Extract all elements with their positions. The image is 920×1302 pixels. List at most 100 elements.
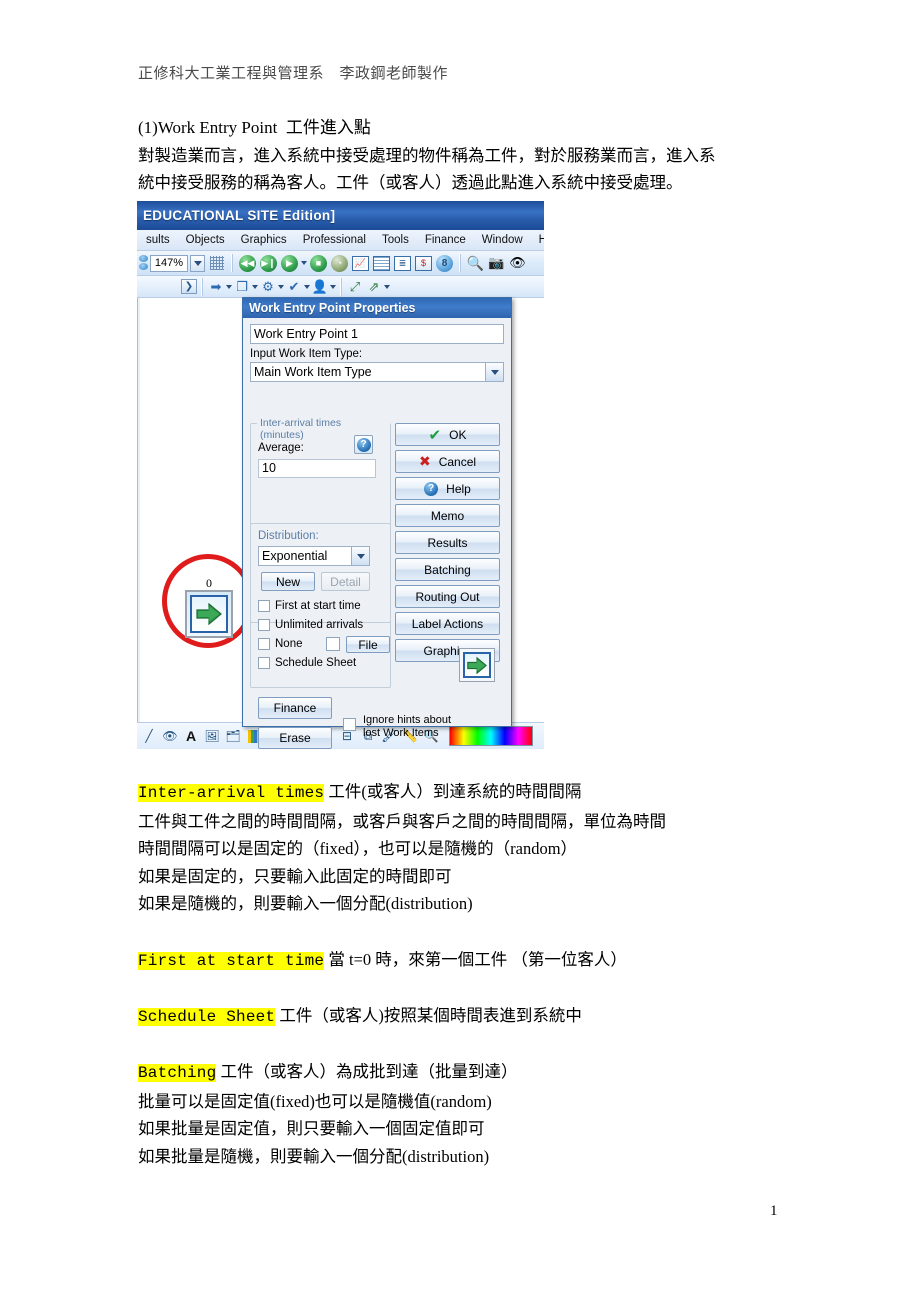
flow-arrow-button[interactable] xyxy=(459,648,495,682)
blue-arrow-icon[interactable]: ➡ xyxy=(207,278,225,295)
eight-icon[interactable]: 8 xyxy=(435,254,454,273)
image-icon[interactable]: 🖼 xyxy=(203,727,221,745)
person-icon[interactable]: 👤 xyxy=(311,278,329,295)
checkbox-box[interactable] xyxy=(326,637,340,651)
link-icon[interactable]: ⤢ xyxy=(346,278,364,295)
expand-icon[interactable]: ❯ xyxy=(181,279,197,294)
play-dropdown-caret-icon[interactable] xyxy=(301,261,307,265)
keyword-highlight: First at start time xyxy=(138,952,325,970)
help-button[interactable]: ? Help xyxy=(395,477,500,500)
app-menu-bar[interactable]: sults Objects Graphics Professional Tool… xyxy=(137,230,544,251)
routing-out-button[interactable]: Routing Out xyxy=(395,585,500,608)
text-icon[interactable]: A xyxy=(182,727,200,745)
checkbox-unlimited-arrivals[interactable]: Unlimited arrivals xyxy=(258,619,363,631)
section-inter-arrival-times: Inter-arrival times 工件(或客人）到達系統的時間間隔 工件與… xyxy=(138,778,818,918)
gear-icon[interactable]: ⚙ xyxy=(259,278,277,295)
zoom-dropdown-button[interactable] xyxy=(190,254,205,272)
file-button[interactable]: File xyxy=(346,636,390,653)
menu-item-objects[interactable]: Objects xyxy=(178,234,233,246)
input-work-item-type-select[interactable]: Main Work Item Type xyxy=(250,362,504,382)
entry-name-input[interactable]: Work Entry Point 1 xyxy=(250,324,504,344)
play-icon[interactable]: ▶ xyxy=(280,254,299,273)
gear-caret-icon[interactable] xyxy=(278,284,284,289)
table-icon[interactable] xyxy=(372,254,391,273)
ok-button[interactable]: ✔ OK xyxy=(395,423,500,446)
menu-item-tools[interactable]: Tools xyxy=(374,234,417,246)
menu-item-window[interactable]: Window xyxy=(474,234,531,246)
route-icon[interactable]: ⇗ xyxy=(365,278,383,295)
section-batching: Batching 工件（或客人）為成批到達（批量到達） 批量可以是固定值(fix… xyxy=(138,1058,818,1170)
menu-item-graphics[interactable]: Graphics xyxy=(233,234,295,246)
chevron-down-icon[interactable] xyxy=(485,363,503,381)
app-toolbar-secondary[interactable]: ❯ ➡ ❐ ⚙ ✔ 👤 ⤢ ⇗ xyxy=(137,276,544,298)
erase-button[interactable]: Erase xyxy=(258,727,332,749)
check-caret-icon[interactable] xyxy=(304,284,310,289)
zoom-icon[interactable]: 🔍 xyxy=(466,254,485,273)
section-line: 如果批量是固定值，則只要輸入一個固定值即可 xyxy=(138,1119,485,1138)
camera-icon[interactable]: 📷 xyxy=(487,254,506,273)
rainbow-color-palette[interactable] xyxy=(449,726,533,746)
route-caret-icon[interactable] xyxy=(384,284,390,289)
checkbox-box[interactable] xyxy=(258,619,270,631)
eye-icon-bottom[interactable]: 👁 xyxy=(161,727,179,745)
checkbox-label: First at start time xyxy=(275,600,361,612)
average-value-input[interactable]: 10 xyxy=(258,459,376,478)
grid-icon[interactable] xyxy=(207,254,226,273)
checkbox-schedule-sheet[interactable]: Schedule Sheet xyxy=(258,657,356,669)
report-icon[interactable]: ≣ xyxy=(393,254,412,273)
menu-item-finance[interactable]: Finance xyxy=(417,234,474,246)
checkbox-first-at-start-time[interactable]: First at start time xyxy=(258,600,361,612)
checkbox-ignore-hints[interactable] xyxy=(343,718,361,731)
checkbox-box[interactable] xyxy=(258,638,270,650)
question-icon: ? xyxy=(424,481,439,496)
line-icon[interactable]: ╱ xyxy=(140,727,158,745)
new-distribution-button[interactable]: New xyxy=(261,572,315,591)
question-mark-icon[interactable]: ? xyxy=(354,435,373,454)
green-arrow-icon xyxy=(196,603,222,625)
section-line: 如果批量是隨機，則要輸入一個分配(distribution) xyxy=(138,1146,490,1166)
section-headline: First at start time 當 t=0 時，來第一個工件 （第一位客… xyxy=(138,946,818,976)
cancel-button[interactable]: ✖ Cancel xyxy=(395,450,500,473)
check-icon[interactable]: ✔ xyxy=(285,278,303,295)
step-icon[interactable]: ▶❙ xyxy=(259,254,278,273)
chevron-down-icon-distribution[interactable] xyxy=(351,547,369,565)
section-first-at-start-time: First at start time 當 t=0 時，來第一個工件 （第一位客… xyxy=(138,946,818,976)
zoom-stepper[interactable] xyxy=(139,255,148,271)
app-title-bar: EDUCATIONAL SITE Edition] xyxy=(137,201,544,230)
checkbox-file[interactable] xyxy=(326,637,345,651)
currency-icon[interactable]: $ xyxy=(414,254,433,273)
dialog-body: Work Entry Point 1 Input Work Item Type:… xyxy=(243,318,511,749)
zoom-level-input[interactable]: 147% xyxy=(150,254,188,272)
checkbox-none[interactable]: None xyxy=(258,638,303,650)
results-button[interactable]: Results xyxy=(395,531,500,554)
finance-button[interactable]: Finance xyxy=(258,697,332,719)
chart-icon[interactable]: 📈 xyxy=(351,254,370,273)
clock-icon[interactable]: ◔ xyxy=(330,254,349,273)
distribution-select[interactable]: Exponential xyxy=(258,546,370,566)
work-entry-point-node[interactable]: 0 xyxy=(185,576,233,638)
node-count-label: 0 xyxy=(206,576,212,590)
checkbox-box[interactable] xyxy=(343,718,356,731)
intro-line-1: 對製造業而言，進入系統中接受處理的物件稱為工件，對於服務業而言，進入系 xyxy=(138,146,716,165)
blue-arrow-caret-icon[interactable] xyxy=(226,284,232,289)
copy-icon[interactable]: ❐ xyxy=(233,278,251,295)
eye-icon[interactable]: 👁 xyxy=(508,254,527,273)
checkbox-box[interactable] xyxy=(258,657,270,669)
app-toolbar-primary[interactable]: 147% ◀◀ ▶❙ ▶ ■ ◔ 📈 ≣ $ 8 🔍 📷 👁 xyxy=(137,251,544,276)
copy-caret-icon[interactable] xyxy=(252,284,258,289)
label-actions-button[interactable]: Label Actions xyxy=(395,612,500,635)
layer-icon[interactable]: 🗂 xyxy=(224,727,242,745)
checkbox-box[interactable] xyxy=(258,600,270,612)
headline-rest: 工件（或客人)按照某個時間表進到系統中 xyxy=(275,1006,582,1025)
stop-icon[interactable]: ■ xyxy=(309,254,328,273)
menu-item-professional[interactable]: Professional xyxy=(295,234,374,246)
ok-button-label: OK xyxy=(449,427,467,442)
menu-item-results[interactable]: sults xyxy=(138,234,178,246)
node-box[interactable] xyxy=(185,590,233,638)
intro-line-2: 統中接受服務的稱為客人。工件（或客人）透過此點進入系統中接受處理。 xyxy=(138,173,683,192)
memo-button[interactable]: Memo xyxy=(395,504,500,527)
batching-button[interactable]: Batching xyxy=(395,558,500,581)
rewind-icon[interactable]: ◀◀ xyxy=(238,254,257,273)
menu-item-help[interactable]: Help xyxy=(531,234,544,246)
person-caret-icon[interactable] xyxy=(330,284,336,289)
